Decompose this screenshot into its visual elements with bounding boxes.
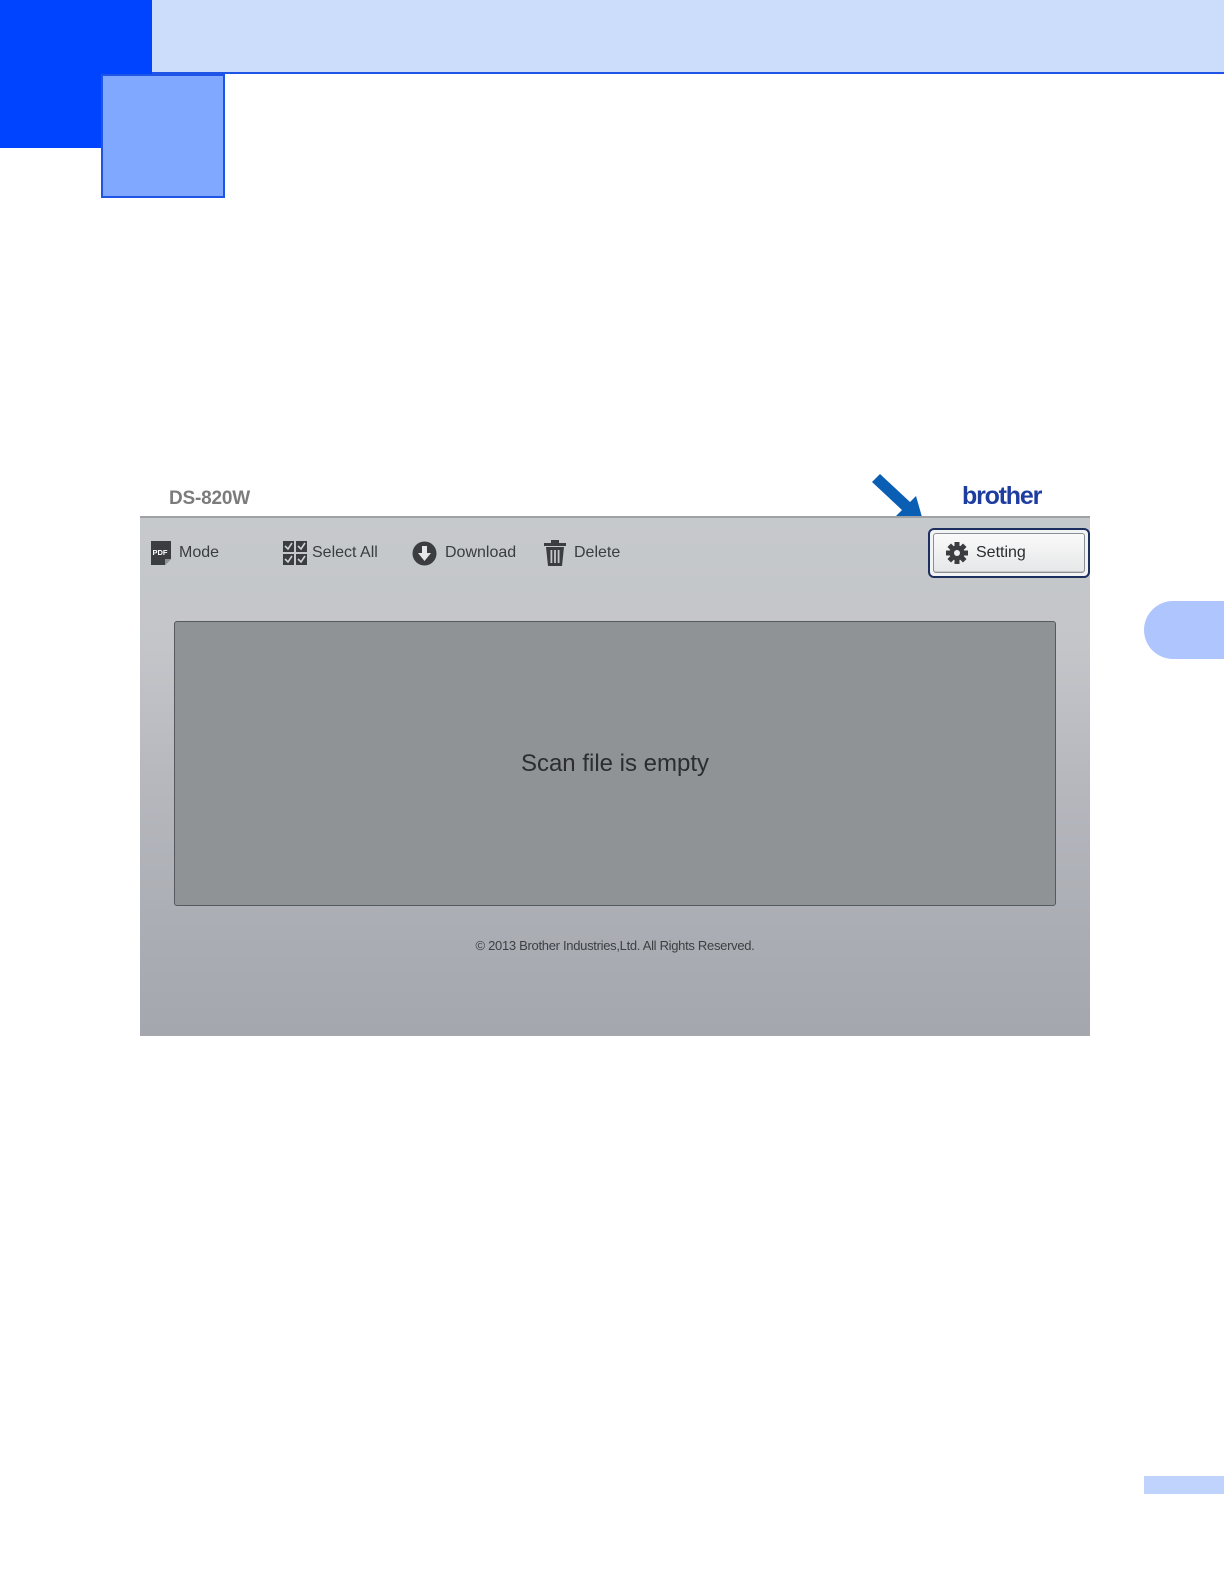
mode-label: Mode [179, 544, 220, 561]
delete-button[interactable]: Delete [544, 540, 620, 566]
trash-icon [544, 540, 566, 566]
setting-label: Setting [976, 544, 1026, 561]
scanner-web-ui-screenshot: DS-820W brother PDF Mode Select All Down… [140, 468, 1090, 1036]
select-all-button[interactable]: Select All [283, 540, 378, 566]
select-all-label: Select All [312, 544, 378, 561]
model-name: DS-820W [169, 488, 250, 509]
scan-file-list[interactable]: Scan file is empty [174, 621, 1056, 906]
download-arrow-icon [412, 541, 437, 566]
download-button[interactable]: Download [412, 540, 516, 566]
chapter-tab [101, 74, 225, 198]
delete-label: Delete [574, 544, 621, 561]
side-chapter-tab [1144, 601, 1224, 659]
gear-icon [946, 542, 968, 564]
empty-state-message: Scan file is empty [520, 749, 710, 777]
setting-button[interactable]: Setting [928, 528, 1090, 578]
mode-button[interactable]: PDF Mode [151, 540, 219, 566]
main-panel: PDF Mode Select All Download Delete Sett… [140, 516, 1090, 1036]
header-band [0, 0, 1224, 74]
svg-text:PDF: PDF [153, 548, 168, 557]
checkbox-grid-icon [283, 541, 307, 565]
download-label: Download [445, 544, 517, 561]
setting-button-face[interactable]: Setting [933, 533, 1085, 573]
copyright-text: © 2013 Brother Industries,Ltd. All Right… [475, 938, 755, 953]
page-number-tab [1144, 1476, 1224, 1494]
pdf-icon: PDF [151, 541, 171, 565]
brother-logo: brother [962, 482, 1042, 510]
